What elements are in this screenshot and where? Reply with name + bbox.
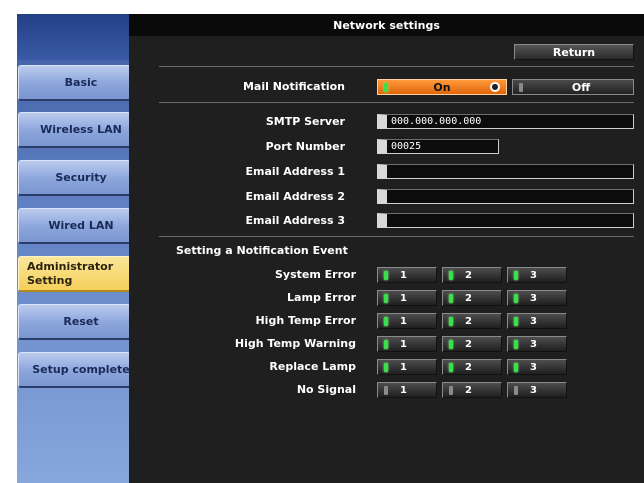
divider [159,66,634,67]
email-address-2-label: Email Address 2 [245,190,346,203]
led-on-icon [449,339,453,349]
led-on-icon [449,316,453,326]
check-number: 3 [530,269,537,281]
email-address-3-label: Email Address 3 [245,214,346,227]
mail-notification-label: Mail Notification [242,80,345,93]
replace-lamp-check-2[interactable]: 2 [442,359,502,375]
sidebar-item-wireless-lan[interactable]: Wireless LAN [18,112,146,148]
led-on-icon [514,316,518,326]
led-on-icon [384,270,388,280]
led-off-icon [514,385,518,395]
check-number: 2 [465,361,472,373]
check-number: 1 [400,292,407,304]
system-error-check-1[interactable]: 1 [377,267,437,283]
event-label-lamp-error: Lamp Error [287,291,356,304]
led-on-icon [514,270,518,280]
high-temp-warning-check-2[interactable]: 2 [442,336,502,352]
led-off-icon [449,385,453,395]
sidebar-item-reset[interactable]: Reset [18,304,146,340]
sidebar-item-wired-lan[interactable]: Wired LAN [18,208,146,244]
high-temp-warning-check-1[interactable]: 1 [377,336,437,352]
event-label-replace-lamp: Replace Lamp [269,360,356,373]
replace-lamp-check-1[interactable]: 1 [377,359,437,375]
led-on-icon [384,362,388,372]
system-error-check-3[interactable]: 3 [507,267,567,283]
replace-lamp-check-3[interactable]: 3 [507,359,567,375]
led-on-icon [514,362,518,372]
sidebar-header [17,14,145,60]
no-signal-check-2[interactable]: 2 [442,382,502,398]
no-signal-check-3[interactable]: 3 [507,382,567,398]
email-address-1-input[interactable] [377,164,634,179]
check-number: 3 [530,361,537,373]
led-on-icon [514,339,518,349]
sidebar-item-setup-complete[interactable]: Setup complete [18,352,146,388]
lamp-error-check-1[interactable]: 1 [377,290,437,306]
event-label-high-temp-warning: High Temp Warning [234,337,356,350]
high-temp-error-check-1[interactable]: 1 [377,313,437,329]
led-on-icon [449,293,453,303]
mail-notification-on-toggle[interactable]: On ● [377,79,507,95]
led-on-icon [384,293,388,303]
led-on-icon [449,270,453,280]
check-number: 2 [465,315,472,327]
off-label: Off [571,80,591,94]
check-number: 2 [465,384,472,396]
mail-notification-off-toggle[interactable]: Off [512,79,634,95]
sidebar-item-security[interactable]: Security [18,160,146,196]
led-on-icon [384,339,388,349]
smtp-server-label: SMTP Server [265,115,345,128]
notification-event-heading: Setting a Notification Event [176,244,348,257]
on-label: On [433,80,451,94]
event-label-no-signal: No Signal [296,383,356,396]
sidebar-item-basic[interactable]: Basic [18,65,146,101]
check-number: 3 [530,384,537,396]
lamp-error-check-2[interactable]: 2 [442,290,502,306]
sidebar-item-administrator-setting[interactable]: Administrator Setting [18,256,146,292]
check-number: 3 [530,292,537,304]
radio-selected-icon: ● [490,82,500,92]
check-number: 1 [400,269,407,281]
check-number: 3 [530,315,537,327]
smtp-server-input[interactable]: 000.000.000.000 [377,114,634,129]
main-panel: Network settings Return Mail Notificatio… [129,14,644,483]
led-off-icon [384,385,388,395]
no-signal-check-1[interactable]: 1 [377,382,437,398]
high-temp-error-check-3[interactable]: 3 [507,313,567,329]
check-number: 2 [465,269,472,281]
check-number: 1 [400,384,407,396]
led-on-icon [514,293,518,303]
led-on-icon [384,82,388,92]
check-number: 3 [530,338,537,350]
led-on-icon [449,362,453,372]
email-address-3-input[interactable] [377,213,634,228]
check-number: 2 [465,338,472,350]
email-address-1-label: Email Address 1 [245,165,346,178]
page-title: Network settings [129,14,644,36]
check-number: 1 [400,315,407,327]
check-number: 1 [400,361,407,373]
divider [159,236,634,237]
high-temp-warning-check-3[interactable]: 3 [507,336,567,352]
port-number-label: Port Number [265,140,345,153]
led-on-icon [384,316,388,326]
system-error-check-2[interactable]: 2 [442,267,502,283]
check-number: 1 [400,338,407,350]
email-address-2-input[interactable] [377,189,634,204]
return-button[interactable]: Return [514,44,634,60]
high-temp-error-check-2[interactable]: 2 [442,313,502,329]
event-label-high-temp-error: High Temp Error [255,314,356,327]
port-number-input[interactable]: 00025 [377,139,499,154]
event-label-system-error: System Error [275,268,356,281]
divider [159,102,634,103]
lamp-error-check-3[interactable]: 3 [507,290,567,306]
led-off-icon [519,82,523,92]
check-number: 2 [465,292,472,304]
